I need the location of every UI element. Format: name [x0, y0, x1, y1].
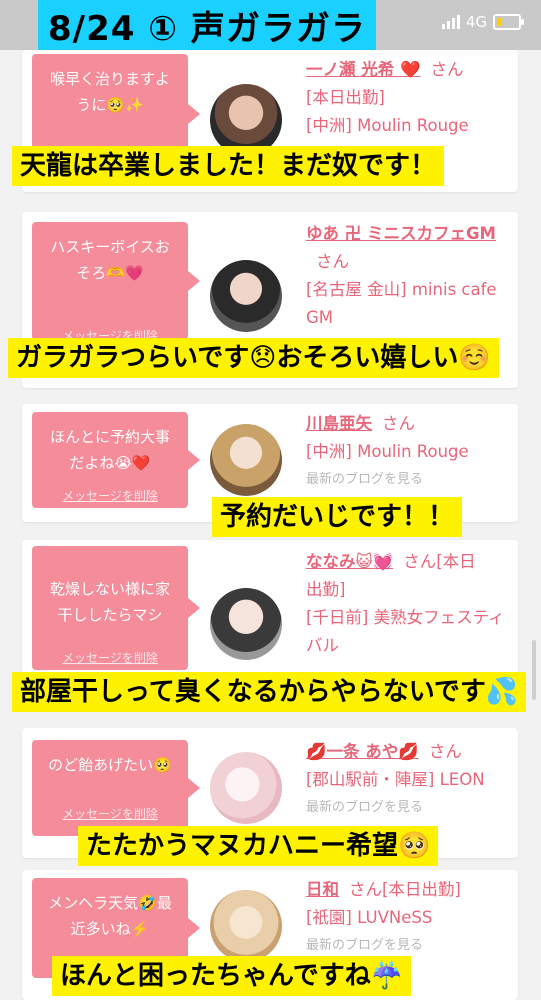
message-card: 乾燥しない様に家干ししたらマシ メッセージを削除 ななみ😺💓 さん[本日 出勤] …	[22, 540, 518, 686]
profile-info: 一ノ瀬 光希 ❤️ さん [本日出勤] [中洲] Moulin Rouge	[306, 56, 506, 140]
profile-name-link[interactable]: 💋一条 あや💋	[306, 742, 419, 761]
battery-icon	[493, 14, 524, 30]
caption: たたかうマヌカハニー希望🥺	[78, 826, 439, 866]
profile-shop: [千日前] 美熟女フェスティバル	[306, 608, 505, 655]
profile-shop: [中洲] Moulin Rouge	[306, 116, 469, 135]
blog-link[interactable]: 最新のブログを見る	[306, 466, 506, 494]
profile-info: 💋一条 あや💋 さん [郡山駅前・陣屋] LEON 最新のブログを見る	[306, 738, 506, 822]
honorific: さん	[403, 552, 437, 571]
profile-name-link[interactable]: ななみ😺💓	[306, 552, 393, 571]
profile-status: [本日出勤]	[306, 88, 385, 107]
profile-info: 川島亜矢 さん [中洲] Moulin Rouge 最新のブログを見る	[306, 410, 506, 494]
profile-shop: [祇園] LUVNeSS	[306, 908, 433, 927]
profile-info: ゆあ 卍 ミニスカフェGM さん [名古屋 金山] minis cafe GM	[306, 220, 506, 332]
message-bubble: ハスキーボイスおそろ🫶💗 メッセージを削除	[32, 222, 200, 343]
delete-message-link[interactable]: メッセージを削除	[32, 487, 188, 504]
message-text: ほんとに予約大事だよね😭❤️	[49, 428, 170, 472]
caption: 天龍は卒業しました！まだ奴です！	[12, 146, 445, 186]
honorific: さん	[316, 252, 349, 271]
avatar[interactable]	[210, 890, 282, 962]
profile-shop: [郡山駅前・陣屋] LEON	[306, 770, 485, 789]
delete-message-link[interactable]: メッセージを削除	[32, 649, 188, 666]
scrollbar[interactable]	[532, 640, 536, 700]
caption: ほんと困ったちゃんですね☔️	[52, 956, 412, 996]
honorific: さん	[428, 742, 462, 761]
profile-status-end: 出勤]	[306, 580, 346, 599]
avatar[interactable]	[210, 260, 282, 332]
message-text: のど飴あげたい🥺	[48, 756, 172, 774]
avatar[interactable]	[210, 424, 282, 496]
profile-status: [本日出勤]	[382, 880, 461, 899]
message-bubble: のど飴あげたい🥺 メッセージを削除	[32, 740, 200, 836]
avatar[interactable]	[210, 752, 282, 824]
message-text: ハスキーボイスおそろ🫶💗	[50, 238, 170, 282]
profile-name-link[interactable]: ゆあ 卍 ミニスカフェGM	[306, 224, 496, 243]
profile-shop: [中洲] Moulin Rouge	[306, 442, 469, 461]
profile-name-link[interactable]: 川島亜矢	[306, 414, 372, 433]
honorific: さん	[349, 880, 382, 899]
caption: 部屋干しって臭くなるからやらないです💦	[12, 672, 527, 712]
network-label: 4G	[465, 13, 487, 31]
message-text: 乾燥しない様に家干ししたらマシ	[49, 580, 170, 624]
message-text: メンヘラ天気🤣最近多いね⚡️	[48, 894, 172, 938]
message-bubble: 乾燥しない様に家干ししたらマシ メッセージを削除	[32, 546, 200, 670]
message-text: 喉早く治りますように🥺✨	[49, 70, 170, 114]
status-bar: 4G	[441, 13, 524, 31]
honorific: さん	[430, 60, 464, 79]
profile-name-link[interactable]: 一ノ瀬 光希 ❤️	[306, 60, 421, 79]
profile-info: 日和 さん[本日出勤] [祇園] LUVNeSS 最新のブログを見る	[306, 876, 506, 960]
honorific: さん	[382, 414, 415, 433]
blog-link[interactable]: 最新のブログを見る	[306, 794, 506, 822]
signal-icon	[441, 15, 460, 29]
caption: ガラガラつらいです😞おそろい嬉しい☺️	[8, 338, 499, 378]
profile-info: ななみ😺💓 さん[本日 出勤] [千日前] 美熟女フェスティバル	[306, 548, 506, 660]
caption: 予約だいじです！！	[212, 497, 463, 537]
profile-shop: [名古屋 金山] minis cafe GM	[306, 280, 497, 327]
page-title: 8/24 ① 声ガラガラ	[38, 0, 376, 50]
profile-name-link[interactable]: 日和	[306, 880, 339, 899]
avatar[interactable]	[210, 588, 282, 660]
delete-message-link[interactable]: メッセージを削除	[32, 805, 188, 822]
message-bubble: ほんとに予約大事だよね😭❤️ メッセージを削除	[32, 412, 200, 508]
profile-status-start: [本日	[436, 552, 476, 571]
